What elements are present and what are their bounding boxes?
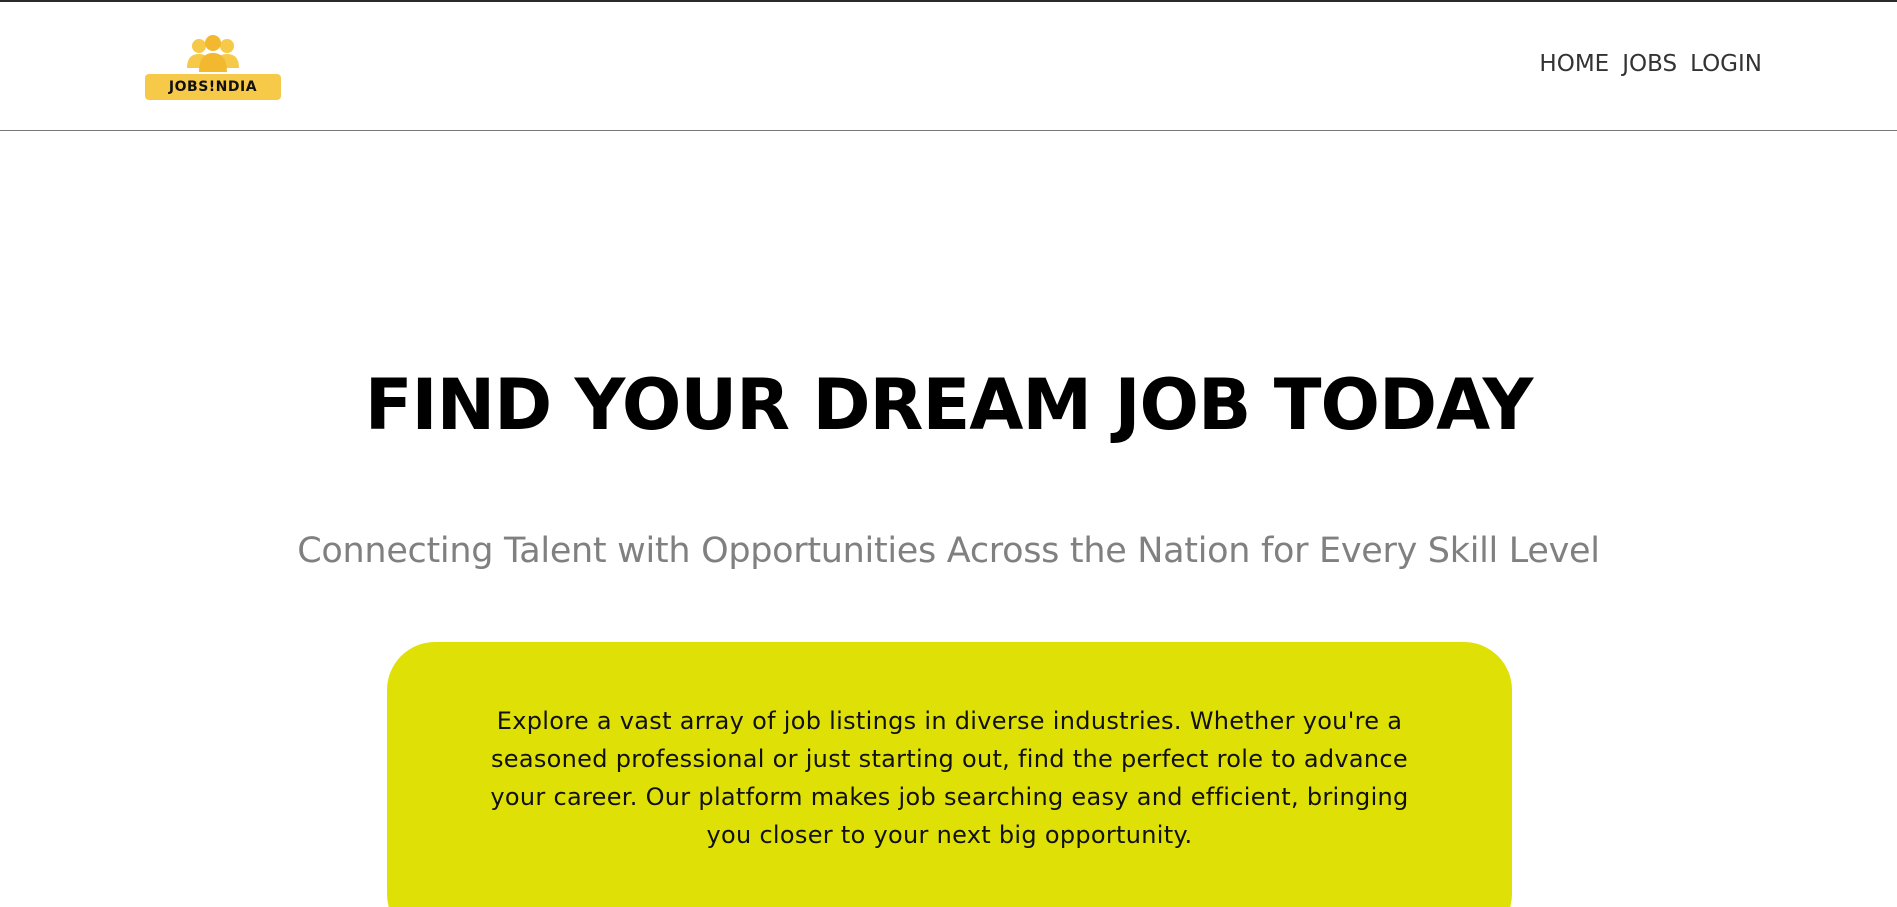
nav-login-link[interactable]: LOGIN xyxy=(1690,51,1762,77)
logo-text: JOBS!NDIA xyxy=(168,79,258,95)
hero-subtitle: Connecting Talent with Opportunities Acr… xyxy=(297,531,1600,571)
site-logo[interactable]: JOBS!NDIA xyxy=(145,34,281,100)
nav-jobs-link[interactable]: JOBS xyxy=(1622,51,1677,77)
promo-text: Explore a vast array of job listings in … xyxy=(490,707,1409,849)
page: JOBS!NDIA HOME JOBS LOGIN FIND YOUR DREA… xyxy=(0,0,1897,907)
navbar: JOBS!NDIA HOME JOBS LOGIN xyxy=(0,2,1897,131)
nav-home-link[interactable]: HOME xyxy=(1539,51,1609,77)
logo-badge: JOBS!NDIA xyxy=(145,74,281,100)
people-group-icon xyxy=(187,35,239,72)
hero-title: FIND YOUR DREAM JOB TODAY xyxy=(364,364,1534,446)
main-nav: HOME JOBS LOGIN xyxy=(1539,51,1762,77)
